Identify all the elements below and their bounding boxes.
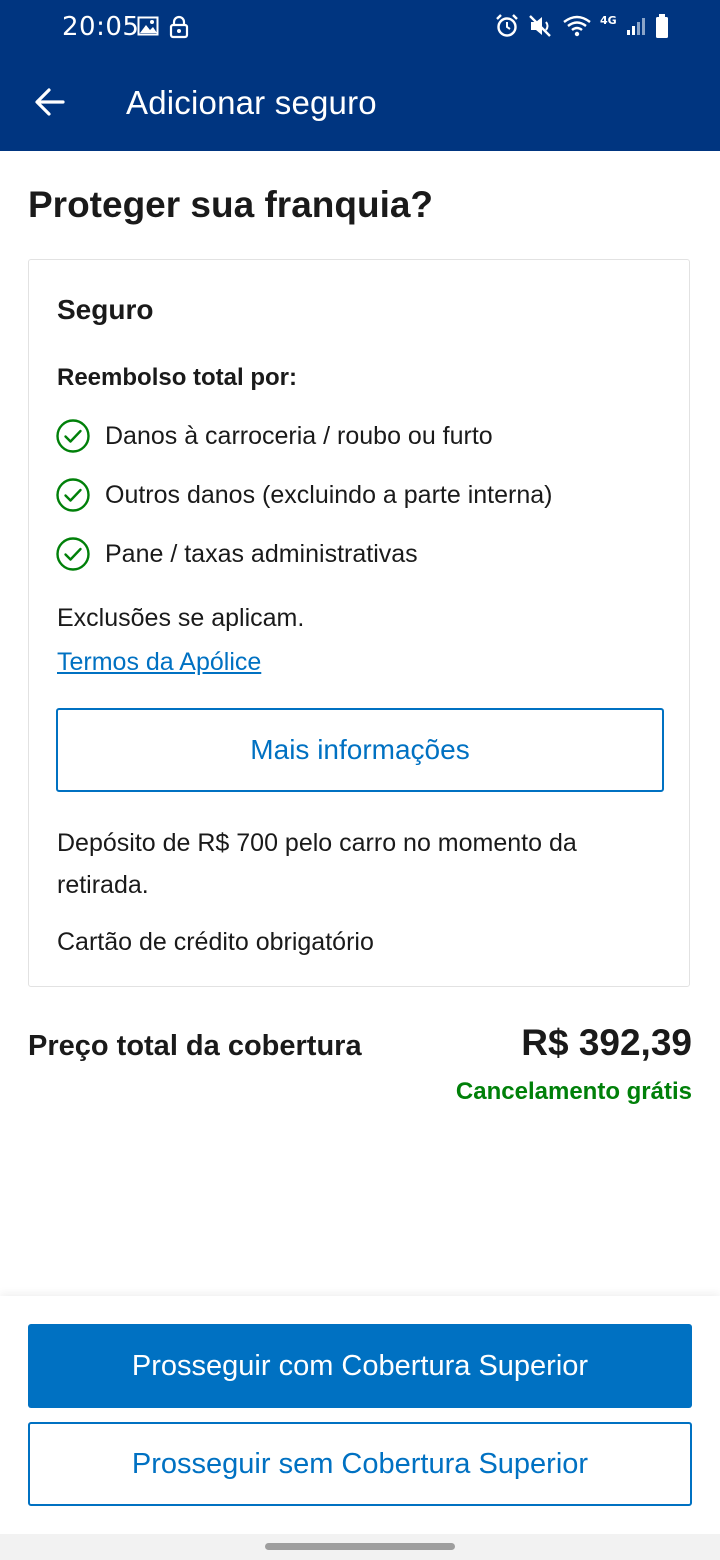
status-right-icons: 4G	[494, 13, 669, 39]
back-button[interactable]	[22, 78, 78, 130]
more-info-button[interactable]: Mais informações	[56, 708, 664, 792]
check-circle-icon	[55, 418, 91, 454]
card-subtitle: Reembolso total por:	[57, 364, 298, 391]
mute-icon	[528, 13, 554, 39]
system-nav-bar	[0, 1534, 720, 1560]
app-title: Adicionar seguro	[126, 84, 377, 121]
status-bar: 20:05 4G	[0, 0, 720, 56]
benefit-label: Outros danos (excluindo a parte interna)	[105, 480, 553, 509]
status-time: 20:05	[62, 12, 140, 42]
page-title: Proteger sua franquia?	[28, 184, 434, 225]
app-bar: Adicionar seguro	[0, 56, 720, 151]
card-title: Seguro	[57, 294, 154, 325]
exclusions-text: Exclusões se aplicam.	[57, 604, 305, 632]
continue-with-coverage-button[interactable]: Prosseguir com Cobertura Superior	[28, 1324, 692, 1408]
benefit-item: Danos à carroceria / roubo ou furto	[55, 418, 493, 454]
benefit-item: Pane / taxas administrativas	[55, 536, 418, 572]
insurance-card: Seguro Reembolso total por: Danos à carr…	[28, 259, 690, 987]
signal-icon	[625, 15, 647, 37]
total-price-label: Preço total da cobertura	[28, 1030, 362, 1062]
deposit-text: Depósito de R$ 700 pelo carro no momento…	[57, 829, 577, 899]
check-circle-icon	[55, 477, 91, 513]
image-icon	[137, 15, 159, 39]
home-indicator[interactable]	[265, 1543, 455, 1550]
status-left-icons	[137, 15, 189, 39]
lock-icon	[169, 15, 189, 39]
benefit-label: Danos à carroceria / roubo ou furto	[105, 421, 493, 450]
policy-terms-link[interactable]: Termos da Apólice	[57, 648, 261, 677]
benefit-item: Outros danos (excluindo a parte interna)	[55, 477, 552, 513]
total-price-value: R$ 392,39	[521, 1022, 692, 1063]
arrow-left-icon	[34, 87, 66, 122]
check-circle-icon	[55, 536, 91, 572]
free-cancellation-badge: Cancelamento grátis	[455, 1078, 692, 1105]
battery-icon	[655, 13, 669, 39]
credit-card-required-text: Cartão de crédito obrigatório	[57, 928, 374, 956]
continue-without-coverage-button[interactable]: Prosseguir sem Cobertura Superior	[28, 1422, 692, 1506]
wifi-icon	[562, 14, 592, 38]
footer-actions: Prosseguir com Cobertura Superior Prosse…	[0, 1296, 720, 1534]
alarm-icon	[494, 13, 520, 39]
network-type: 4G	[600, 13, 617, 27]
benefit-label: Pane / taxas administrativas	[105, 539, 418, 568]
